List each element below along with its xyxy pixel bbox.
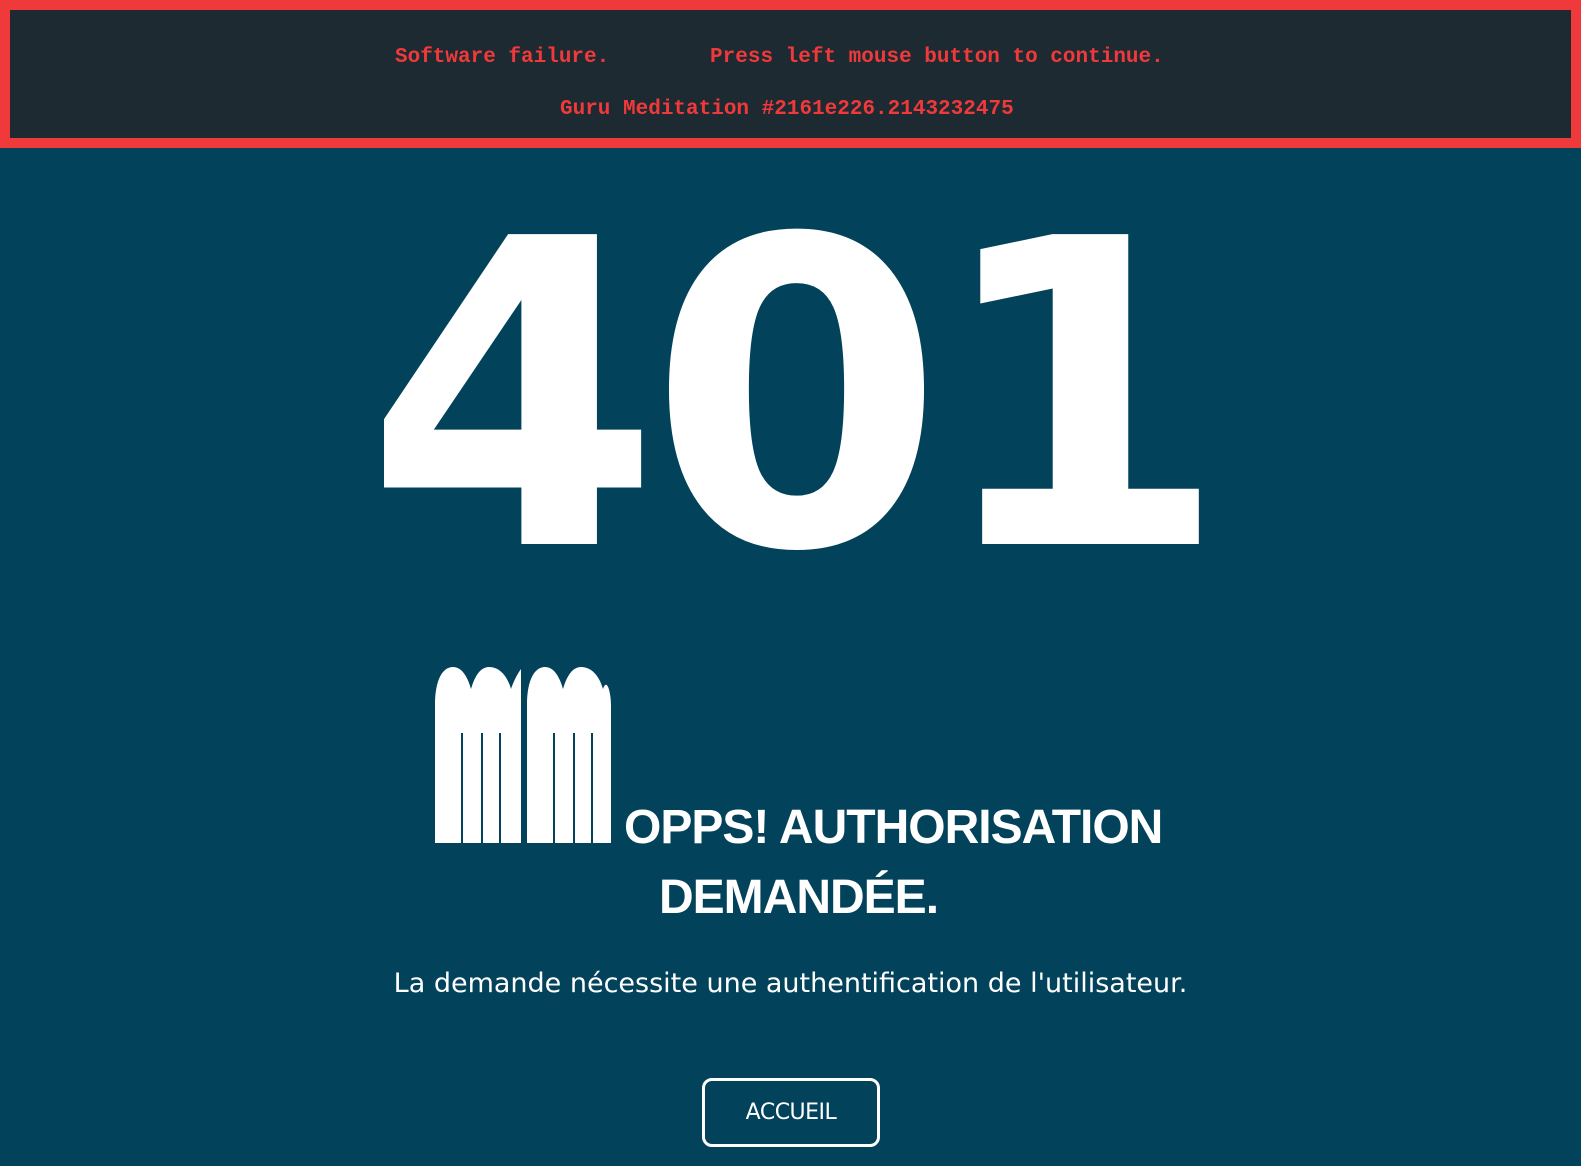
guru-failure-message: Software failure. Press left mouse butto…: [395, 46, 1164, 69]
error-description: La demande nécessite une authentificatio…: [393, 968, 1188, 999]
guru-meditation-banner[interactable]: Software failure. Press left mouse butto…: [0, 0, 1581, 148]
guru-meditation-code: Guru Meditation #2161e226.2143232475: [560, 98, 1014, 121]
headline-line-1: OPPS! AUTHORISATION: [624, 801, 1163, 854]
mm-logo-icon: [435, 667, 611, 843]
home-button[interactable]: ACCUEIL: [702, 1078, 880, 1147]
headline-line-2: DEMANDÉE.: [659, 871, 939, 924]
error-code: 401: [364, 151, 1228, 645]
